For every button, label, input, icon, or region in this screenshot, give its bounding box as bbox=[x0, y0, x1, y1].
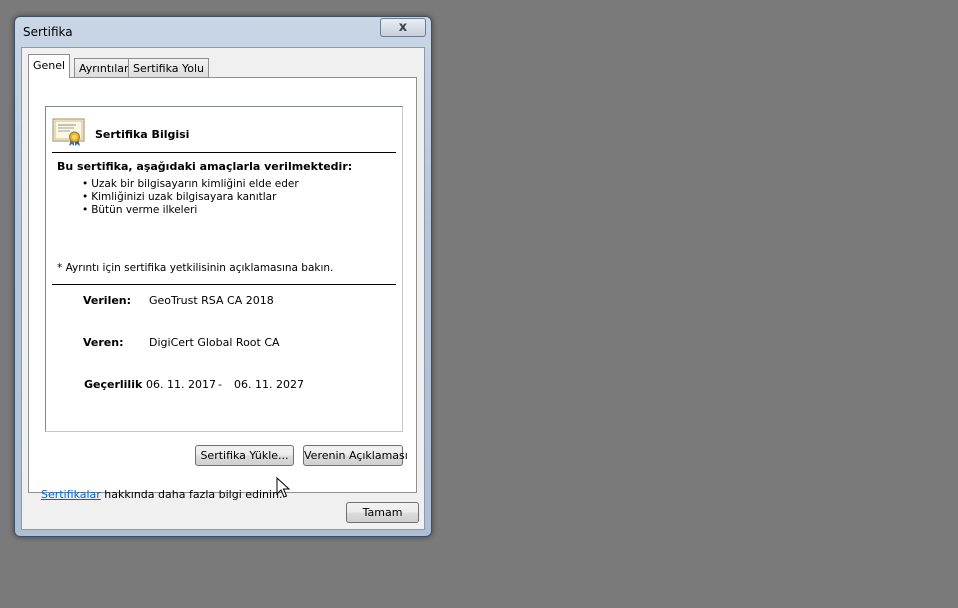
issued-by-label: Veren: bbox=[83, 336, 124, 349]
issuer-statement-button[interactable]: Verenin Açıklaması bbox=[303, 445, 408, 466]
certificates-link[interactable]: Sertifikalar bbox=[41, 488, 101, 501]
tab-panel-genel: Sertifika Bilgisi Bu sertifika, aşağıdak… bbox=[28, 77, 417, 501]
purpose-list: Uzak bir bilgisayarın kimliğini elde ede… bbox=[82, 178, 299, 217]
learn-more-text: hakkında daha fazla bilgi edinin. bbox=[100, 488, 283, 501]
valid-to-value: 06. 11. 2027 bbox=[234, 378, 304, 391]
purpose-heading: Bu sertifika, aşağıdaki amaçlarla verilm… bbox=[57, 160, 353, 173]
dialog-client-area: Genel Ayrıntılar Sertifika Yolu Sertifik… bbox=[21, 47, 425, 530]
issued-by-value: DigiCert Global Root CA bbox=[149, 336, 280, 349]
validity-separator: - bbox=[218, 378, 222, 391]
divider-top bbox=[52, 152, 396, 153]
certificate-dialog: Sertifika x Genel Ayrıntılar Sertifika Y… bbox=[14, 16, 432, 537]
install-certificate-button[interactable]: Sertifika Yükle... bbox=[195, 445, 294, 466]
certificate-info-box: Sertifika Bilgisi Bu sertifika, aşağıdak… bbox=[45, 106, 403, 432]
mouse-cursor-icon bbox=[276, 477, 290, 498]
validity-label: Geçerlilik bbox=[84, 378, 143, 391]
info-title: Sertifika Bilgisi bbox=[95, 128, 190, 141]
divider-bottom bbox=[52, 284, 396, 285]
list-item: Kimliğinizi uzak bilgisayara kanıtlar bbox=[82, 191, 299, 204]
issued-to-label: Verilen: bbox=[83, 294, 132, 307]
learn-more: Sertifikalar hakkında daha fazla bilgi e… bbox=[41, 488, 283, 501]
list-item: Bütün verme ilkeleri bbox=[82, 204, 299, 217]
issued-to-value: GeoTrust RSA CA 2018 bbox=[149, 294, 274, 307]
tab-ayrintilar[interactable]: Ayrıntılar bbox=[74, 58, 134, 77]
ok-button[interactable]: Tamam bbox=[346, 502, 419, 523]
tab-sertifika-yolu[interactable]: Sertifika Yolu bbox=[128, 58, 210, 77]
close-button[interactable]: x bbox=[380, 18, 426, 37]
window-title: Sertifika bbox=[23, 25, 73, 39]
issuer-note: * Ayrıntı için sertifika yetkilisinin aç… bbox=[57, 262, 334, 274]
tab-genel[interactable]: Genel bbox=[28, 54, 71, 78]
title-bar[interactable]: Sertifika x bbox=[15, 17, 431, 47]
list-item: Uzak bir bilgisayarın kimliğini elde ede… bbox=[82, 178, 298, 191]
certificate-icon bbox=[52, 118, 85, 146]
valid-from-value: 06. 11. 2017 bbox=[146, 378, 216, 391]
